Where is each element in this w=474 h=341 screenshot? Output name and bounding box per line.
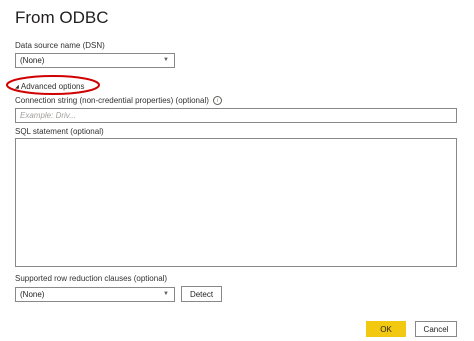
chevron-down-icon: ▼: [163, 291, 169, 297]
row-reduction-label: Supported row reduction clauses (optiona…: [15, 274, 168, 283]
chevron-down-icon: ▼: [163, 57, 169, 63]
dialog-title: From ODBC: [15, 8, 109, 27]
sql-statement-textarea[interactable]: [15, 138, 457, 267]
cancel-button[interactable]: Cancel: [415, 321, 457, 337]
row-reduction-value: (None): [20, 290, 45, 299]
dsn-label: Data source name (DSN): [15, 41, 105, 50]
dsn-dropdown[interactable]: (None) ▼: [15, 53, 175, 68]
annotation-circle: [6, 75, 100, 95]
info-icon[interactable]: i: [213, 96, 223, 106]
dsn-value: (None): [20, 56, 45, 65]
connection-string-placeholder: Example: Driv...: [20, 111, 76, 120]
connection-string-input[interactable]: Example: Driv...: [15, 108, 457, 123]
sql-statement-label: SQL statement (optional): [15, 127, 104, 136]
connection-string-label: Connection string (non-credential proper…: [15, 96, 223, 106]
row-reduction-dropdown[interactable]: (None) ▼: [15, 287, 175, 302]
ok-button[interactable]: OK: [366, 321, 406, 337]
detect-button[interactable]: Detect: [181, 286, 222, 302]
